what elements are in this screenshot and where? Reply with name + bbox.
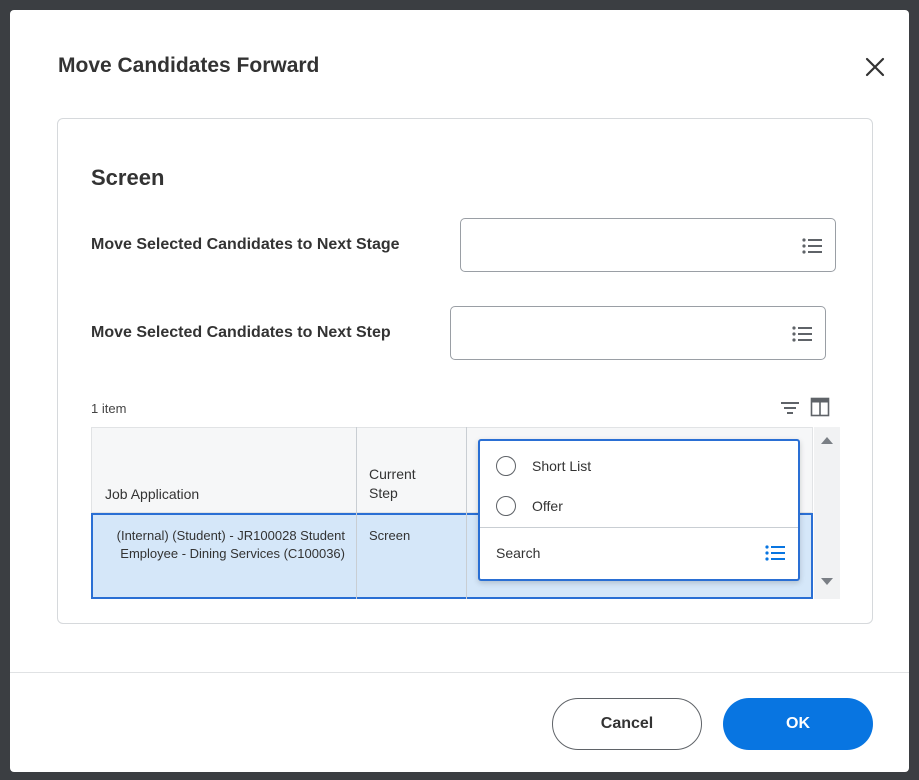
next-stage-prompt[interactable]: [460, 218, 836, 272]
list-icon[interactable]: [764, 543, 786, 563]
column-divider: [466, 427, 467, 599]
ok-button[interactable]: OK: [723, 698, 873, 750]
dialog-title: Move Candidates Forward: [58, 54, 320, 77]
dropdown-search: [480, 527, 798, 579]
column-layout-icon[interactable]: [810, 397, 830, 417]
next-stage-label: Move Selected Candidates to Next Stage: [91, 236, 400, 253]
cancel-button[interactable]: Cancel: [552, 698, 702, 750]
move-candidates-dialog: Move Candidates Forward Screen Move Sele…: [10, 10, 909, 772]
footer-divider: [10, 672, 909, 673]
column-header-job-application[interactable]: Job Application: [105, 485, 199, 504]
list-icon[interactable]: [791, 324, 813, 344]
grid-scrollbar[interactable]: [814, 427, 840, 599]
close-button[interactable]: [860, 52, 890, 82]
column-header-current-step[interactable]: Current Step: [369, 465, 439, 503]
next-step-prompt[interactable]: [450, 306, 826, 360]
close-icon[interactable]: [864, 56, 886, 78]
item-count: 1 item: [91, 401, 127, 416]
column-divider: [356, 427, 357, 599]
job-application-cell[interactable]: (Internal) (Student) - JR100028 Student …: [105, 527, 345, 563]
option-short-list[interactable]: Short List: [496, 451, 591, 481]
search-input[interactable]: [496, 542, 736, 564]
current-step-cell: Screen: [369, 528, 411, 543]
next-step-label: Move Selected Candidates to Next Step: [91, 324, 391, 341]
scroll-down-icon[interactable]: [820, 577, 834, 587]
filter-icon[interactable]: [780, 399, 800, 417]
section-title: Screen: [91, 165, 165, 190]
next-step-dropdown[interactable]: Short List Offer: [478, 439, 800, 581]
radio-button[interactable]: [496, 456, 516, 476]
scroll-up-icon[interactable]: [820, 435, 834, 445]
screen-card: Screen Move Selected Candidates to Next …: [57, 118, 873, 624]
radio-button[interactable]: [496, 496, 516, 516]
option-offer[interactable]: Offer: [496, 491, 563, 521]
list-icon[interactable]: [801, 236, 823, 256]
